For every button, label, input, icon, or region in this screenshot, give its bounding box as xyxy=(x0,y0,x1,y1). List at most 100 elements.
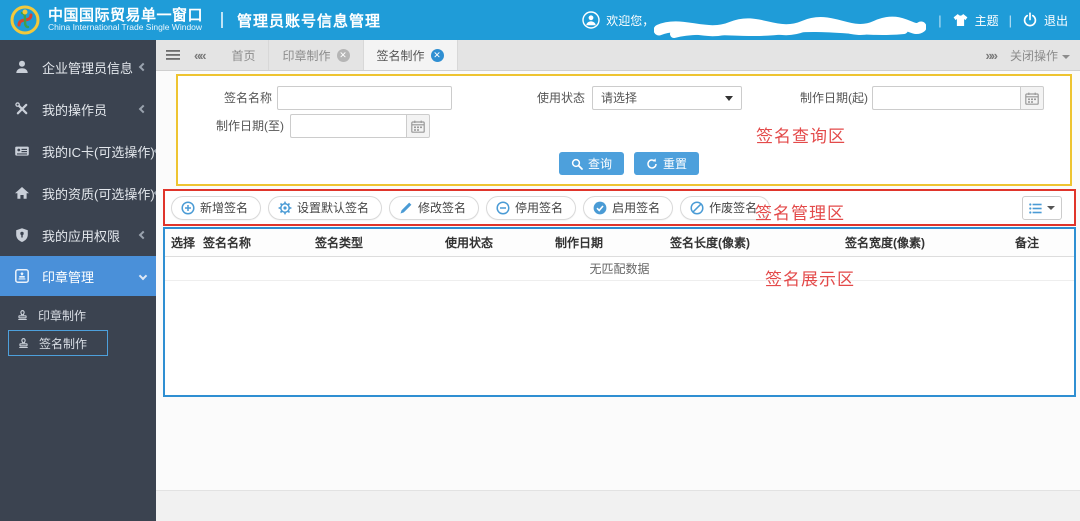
list-icon xyxy=(1029,203,1043,214)
button-label: 设置默认签名 xyxy=(297,199,369,216)
tools-icon xyxy=(14,101,34,117)
button-label: 启用签名 xyxy=(612,199,660,216)
date-to-group xyxy=(290,114,430,138)
tab-label: 签名制作 xyxy=(377,47,425,64)
chevron-left-icon xyxy=(139,105,147,113)
tab-home[interactable]: 首页 xyxy=(218,40,269,70)
sidebar-item-label: 印章管理 xyxy=(42,267,140,286)
signature-name-label: 签名名称 xyxy=(202,86,272,110)
brand-title: 中国国际贸易单一窗口 xyxy=(48,8,203,24)
chevron-left-icon xyxy=(139,231,147,239)
sidebar-item-label: 我的操作员 xyxy=(42,100,140,119)
col-remarks[interactable]: 备注 xyxy=(1009,229,1074,257)
date-to-input[interactable] xyxy=(290,114,406,138)
chevron-left-icon xyxy=(139,63,147,71)
welcome-prefix: 欢迎您， xyxy=(606,12,654,29)
top-header: 中国国际贸易单一窗口 China International Trade Sin… xyxy=(0,0,1080,40)
button-label: 作废签名 xyxy=(709,199,757,216)
sidebar-item-my-app-permissions[interactable]: 我的应用权限 xyxy=(0,214,156,256)
search-button-label: 查询 xyxy=(588,155,612,172)
usage-status-select[interactable]: 请选择 xyxy=(592,86,742,110)
ban-circle-icon xyxy=(690,201,704,215)
enable-signature-button[interactable]: 启用签名 xyxy=(583,196,673,220)
sidebar-subitem-signature-making[interactable]: 签名制作 xyxy=(8,330,108,356)
tab-seal-making[interactable]: 印章制作 ✕ xyxy=(269,40,363,70)
minus-circle-icon xyxy=(496,201,510,215)
button-label: 新增签名 xyxy=(200,199,248,216)
signature-query-area: 签名名称 使用状态 请选择 制作日期(起) 制作日期(至) xyxy=(176,74,1072,186)
app-window: 中国国际贸易单一窗口 China International Trade Sin… xyxy=(0,0,1080,521)
tab-close-icon[interactable]: ✕ xyxy=(337,49,350,62)
sidebar-item-my-ic-card[interactable]: 我的IC卡(可选操作) xyxy=(0,130,156,172)
modify-signature-button[interactable]: 修改签名 xyxy=(389,196,479,220)
signature-name-input[interactable] xyxy=(277,86,452,110)
col-make-date[interactable]: 制作日期 xyxy=(549,229,664,257)
empty-data-message: 无匹配数据 xyxy=(165,257,1074,281)
date-to-label: 制作日期(至) xyxy=(202,114,284,138)
caret-down-icon xyxy=(1047,206,1055,210)
query-area-annotation: 签名查询区 xyxy=(756,122,846,147)
col-usage-status[interactable]: 使用状态 xyxy=(439,229,549,257)
sidebar-item-enterprise-admin-info[interactable]: 企业管理员信息 xyxy=(0,46,156,88)
main-area: «« 首页 印章制作 ✕ 签名制作 ✕ »» 关闭操作 xyxy=(156,40,1080,521)
brand-subtitle: China International Trade Single Window xyxy=(48,23,203,32)
sidebar-item-seal-management[interactable]: 印章管理 xyxy=(0,256,156,296)
signature-manage-area: 新增签名 设置默认签名 修改签名 停用签名 启用签名 xyxy=(163,189,1076,226)
add-signature-button[interactable]: 新增签名 xyxy=(171,196,261,220)
page-title: 管理员账号信息管理 xyxy=(237,10,381,31)
col-signature-length[interactable]: 签名长度(像素) xyxy=(664,229,839,257)
tab-close-icon[interactable]: ✕ xyxy=(431,49,444,62)
theme-shirt-icon xyxy=(952,12,969,28)
col-signature-width[interactable]: 签名宽度(像素) xyxy=(839,229,1009,257)
plus-circle-icon xyxy=(181,201,195,215)
redaction-scribble xyxy=(654,14,926,44)
logout-button[interactable]: 退出 xyxy=(1044,12,1068,29)
disable-signature-button[interactable]: 停用签名 xyxy=(486,196,576,220)
signature-table: 选择 签名名称 签名类型 使用状态 制作日期 签名长度(像素) 签名宽度(像素)… xyxy=(165,229,1074,257)
button-label: 停用签名 xyxy=(515,199,563,216)
menu-toggle-icon[interactable] xyxy=(166,49,180,61)
col-select[interactable]: 选择 xyxy=(165,229,197,257)
scroll-tabs-right-icon[interactable]: »» xyxy=(986,48,996,63)
tab-label: 首页 xyxy=(231,47,255,64)
id-card-icon xyxy=(14,143,34,159)
set-default-signature-button[interactable]: 设置默认签名 xyxy=(268,196,382,220)
seal-icon xyxy=(14,268,34,284)
calendar-icon[interactable] xyxy=(406,114,430,138)
seal-submenu: 印章制作 签名制作 xyxy=(0,296,156,356)
close-operations-label: 关闭操作 xyxy=(1010,49,1058,63)
header-divider xyxy=(221,12,223,28)
theme-button[interactable]: 主题 xyxy=(975,12,999,29)
sidebar-item-my-operators[interactable]: 我的操作员 xyxy=(0,88,156,130)
pencil-icon xyxy=(399,201,413,215)
stamp-icon xyxy=(17,337,33,350)
scroll-tabs-left-icon[interactable]: «« xyxy=(194,48,204,63)
close-operations-dropdown[interactable]: 关闭操作 xyxy=(1010,47,1070,64)
sidebar-item-label: 我的IC卡(可选操作) xyxy=(42,142,155,161)
col-signature-name[interactable]: 签名名称 xyxy=(197,229,309,257)
col-signature-type[interactable]: 签名类型 xyxy=(309,229,439,257)
search-button[interactable]: 查询 xyxy=(559,152,624,175)
sidebar-subitem-seal-making[interactable]: 印章制作 xyxy=(8,302,108,328)
chevron-down-icon xyxy=(139,272,147,280)
welcome-text: 欢迎您， xyxy=(606,12,928,29)
gear-icon xyxy=(278,201,292,215)
usage-status-label: 使用状态 xyxy=(515,86,585,110)
column-settings-button[interactable] xyxy=(1022,196,1062,220)
power-icon xyxy=(1022,12,1038,28)
check-circle-icon xyxy=(593,201,607,215)
header-separator: | xyxy=(1009,13,1012,28)
sidebar-item-my-qualifications[interactable]: 我的资质(可选操作) xyxy=(0,172,156,214)
header-right: 欢迎您， | 主题 | 退出 xyxy=(582,0,1080,40)
date-from-input[interactable] xyxy=(872,86,1020,110)
signature-display-area: 选择 签名名称 签名类型 使用状态 制作日期 签名长度(像素) 签名宽度(像素)… xyxy=(163,227,1076,397)
site-logo-icon xyxy=(10,5,40,35)
caret-down-icon xyxy=(1062,55,1070,59)
reset-button[interactable]: 重置 xyxy=(634,152,699,175)
tab-tools: «« xyxy=(156,40,218,70)
usage-status-value: 请选择 xyxy=(601,91,637,105)
content-area: 签名名称 使用状态 请选择 制作日期(起) 制作日期(至) xyxy=(156,71,1080,521)
sidebar-subitem-label: 签名制作 xyxy=(39,335,87,352)
calendar-icon[interactable] xyxy=(1020,86,1044,110)
tab-signature-making[interactable]: 签名制作 ✕ xyxy=(364,40,458,70)
